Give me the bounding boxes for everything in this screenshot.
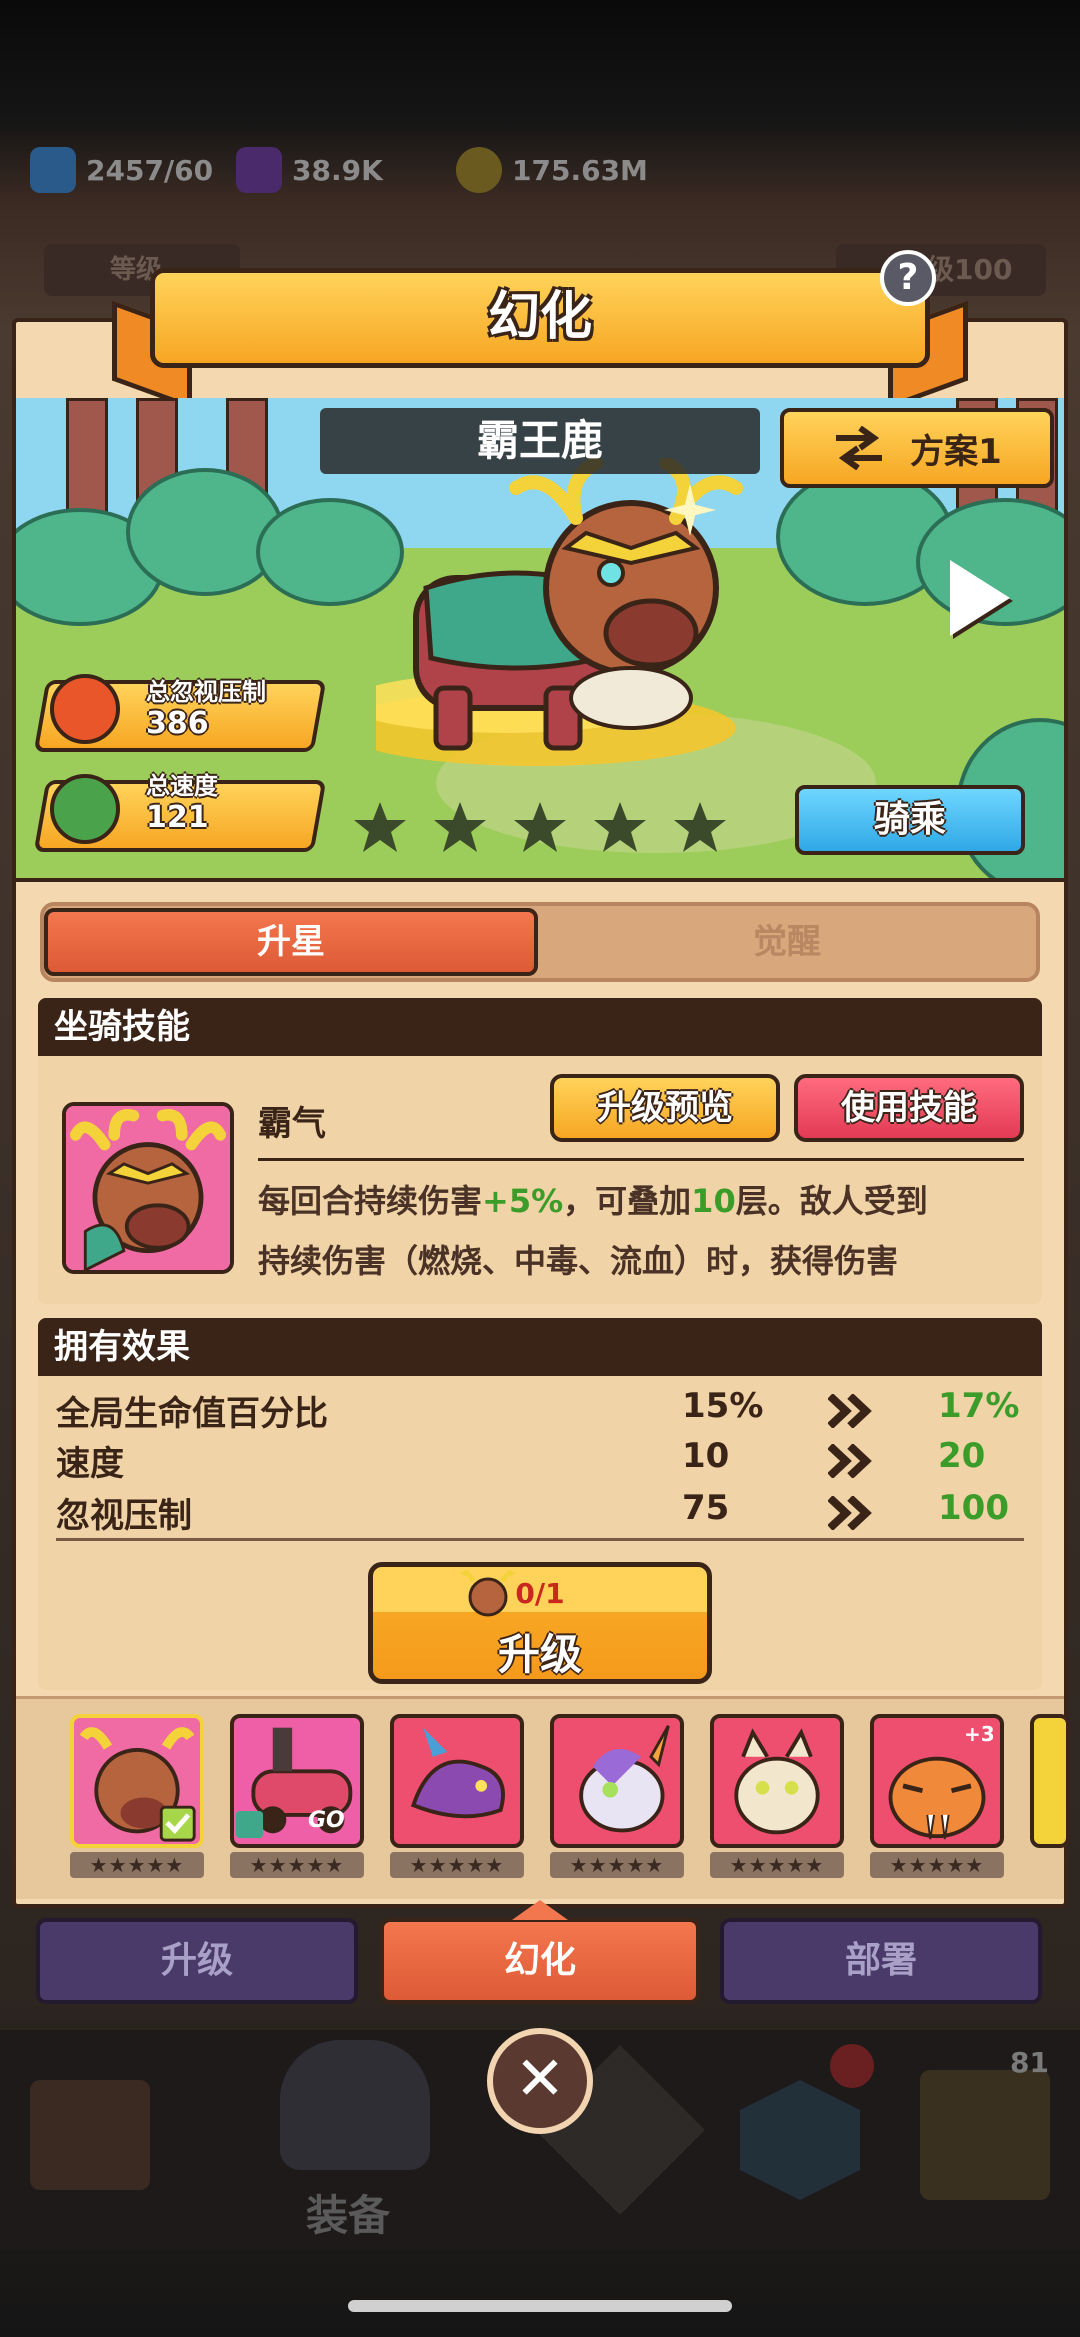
skill-divider bbox=[258, 1158, 1024, 1161]
mount-slot-mummy[interactable] bbox=[710, 1714, 844, 1848]
mount-name: 霸王鹿 bbox=[320, 408, 760, 474]
ride-button[interactable]: 骑乘 bbox=[795, 785, 1025, 855]
star-icon bbox=[674, 802, 726, 852]
effect-current: 75 bbox=[682, 1488, 730, 1528]
double-chevron-icon bbox=[828, 1444, 872, 1478]
star-icon bbox=[514, 802, 566, 852]
effect-name: 全局生命值百分比 bbox=[56, 1394, 328, 1434]
mount-slot-dragon[interactable] bbox=[390, 1714, 524, 1848]
alert-badge-icon bbox=[830, 2044, 874, 2088]
effect-next: 100 bbox=[938, 1488, 1009, 1528]
coin-value: 175.63M bbox=[512, 153, 648, 187]
sparkle-icon bbox=[664, 484, 716, 536]
dragon-portrait-icon bbox=[410, 1727, 505, 1819]
unicorn-portrait-icon bbox=[579, 1725, 670, 1833]
effect-name: 速度 bbox=[56, 1444, 124, 1484]
effect-current: 10 bbox=[682, 1436, 730, 1476]
plan-label: 方案1 bbox=[910, 431, 1002, 472]
upgrade-cost: 0/1 bbox=[515, 1577, 565, 1610]
upgrade-label: 升级 bbox=[497, 1630, 582, 1679]
mummy-portrait-icon bbox=[734, 1728, 820, 1835]
desc-highlight: +5% bbox=[482, 1182, 564, 1220]
desc-text: 层。敌人受到 bbox=[735, 1182, 928, 1220]
effect-row: 速度 10 20 bbox=[56, 1436, 1026, 1486]
stat-suppress-value: 386 bbox=[146, 706, 209, 741]
desc-highlight: 10 bbox=[691, 1182, 736, 1220]
mount-stars: ★★★★★ bbox=[870, 1852, 1004, 1878]
mount-stars: ★★★★★ bbox=[550, 1852, 684, 1878]
effect-row: 忽视压制 75 100 bbox=[56, 1488, 1026, 1538]
gem-icon bbox=[236, 147, 282, 193]
mount-slot-deer[interactable] bbox=[70, 1714, 204, 1848]
boot-icon bbox=[50, 774, 120, 844]
car-badge: GO bbox=[308, 1808, 345, 1833]
effect-current: 15% bbox=[682, 1386, 764, 1426]
tab-pointer bbox=[512, 1900, 568, 1920]
energy-resource: 2457/60 bbox=[30, 140, 213, 200]
treasure-icon bbox=[920, 2070, 1050, 2200]
desc-text: 每回合持续伤害 bbox=[258, 1182, 483, 1220]
mount-stars: ★★★★★ bbox=[710, 1852, 844, 1878]
effects-section-title: 拥有效果 bbox=[38, 1318, 1042, 1376]
effect-next: 20 bbox=[938, 1436, 986, 1476]
double-chevron-icon bbox=[828, 1496, 872, 1530]
skill-icon[interactable] bbox=[62, 1102, 234, 1274]
effect-next: 17% bbox=[938, 1386, 1020, 1426]
gem-value: 38.9K bbox=[292, 153, 383, 187]
stat-speed-label: 总速度 bbox=[146, 772, 218, 800]
suppress-icon bbox=[50, 674, 120, 744]
skill-description-line1: 每回合持续伤害+5%，可叠加10层。敌人受到 bbox=[258, 1176, 1038, 1222]
skill-name: 霸气 bbox=[258, 1104, 326, 1144]
plan-switch-button[interactable]: 方案1 bbox=[780, 408, 1054, 488]
bottom-tab-deploy[interactable]: 部署 bbox=[720, 1918, 1042, 2004]
stat-speed-value: 121 bbox=[146, 800, 209, 835]
effect-name: 忽视压制 bbox=[56, 1496, 192, 1536]
star-icon bbox=[594, 802, 646, 852]
coin-icon bbox=[456, 147, 502, 193]
stat-suppress-label: 总忽视压制 bbox=[146, 678, 266, 706]
skill-description-line2: 持续伤害（燃烧、中毒、流血）时，获得伤害 bbox=[258, 1242, 899, 1280]
shop-icon bbox=[30, 2080, 150, 2190]
skill-section-title: 坐骑技能 bbox=[38, 998, 1042, 1056]
bottom-tab-transform[interactable]: 幻化 bbox=[380, 1918, 700, 2004]
next-mount-arrow-icon[interactable] bbox=[950, 560, 1010, 636]
home-indicator[interactable] bbox=[348, 2300, 732, 2312]
close-button[interactable]: ✕ bbox=[487, 2028, 593, 2134]
gem-resource: 38.9K bbox=[236, 140, 383, 200]
nav-equip-label: 装备 bbox=[306, 2191, 391, 2240]
deer-portrait-icon bbox=[79, 1727, 196, 1842]
mount-slot-unicorn[interactable] bbox=[550, 1714, 684, 1848]
bottom-tab-upgrade[interactable]: 升级 bbox=[36, 1918, 358, 2004]
mount-stars: ★★★★★ bbox=[230, 1852, 364, 1878]
energy-value: 2457/60 bbox=[86, 153, 214, 187]
swap-icon bbox=[836, 426, 883, 470]
mount-slot-partial[interactable] bbox=[1030, 1714, 1070, 1848]
effect-row: 全局生命值百分比 15% 17% bbox=[56, 1386, 1026, 1436]
star-icon bbox=[354, 802, 406, 852]
desc-text: ，可叠加 bbox=[563, 1182, 692, 1220]
mount-stars: ★★★★★ bbox=[390, 1852, 524, 1878]
helmet-icon bbox=[280, 2040, 430, 2170]
energy-icon bbox=[30, 147, 76, 193]
help-button[interactable]: ? bbox=[880, 250, 936, 306]
star-icon bbox=[434, 802, 486, 852]
double-chevron-icon bbox=[828, 1394, 872, 1428]
deer-skill-icon bbox=[66, 1106, 230, 1270]
upgrade-button[interactable]: 0/1 升级 bbox=[368, 1562, 712, 1684]
tiger-badge: +3 bbox=[964, 1722, 995, 1746]
modal-title: 幻化 bbox=[150, 268, 930, 368]
nav-badge-count: 81 bbox=[1010, 2046, 1049, 2079]
upgrade-preview-button[interactable]: 升级预览 bbox=[550, 1074, 780, 1142]
mount-stars: ★★★★★ bbox=[70, 1852, 204, 1878]
coin-resource: 175.63M bbox=[456, 140, 648, 200]
effects-divider bbox=[56, 1538, 1024, 1541]
use-skill-button[interactable]: 使用技能 bbox=[794, 1074, 1024, 1142]
tab-awaken[interactable]: 觉醒 bbox=[540, 908, 1034, 976]
tab-star-up[interactable]: 升星 bbox=[44, 908, 538, 976]
